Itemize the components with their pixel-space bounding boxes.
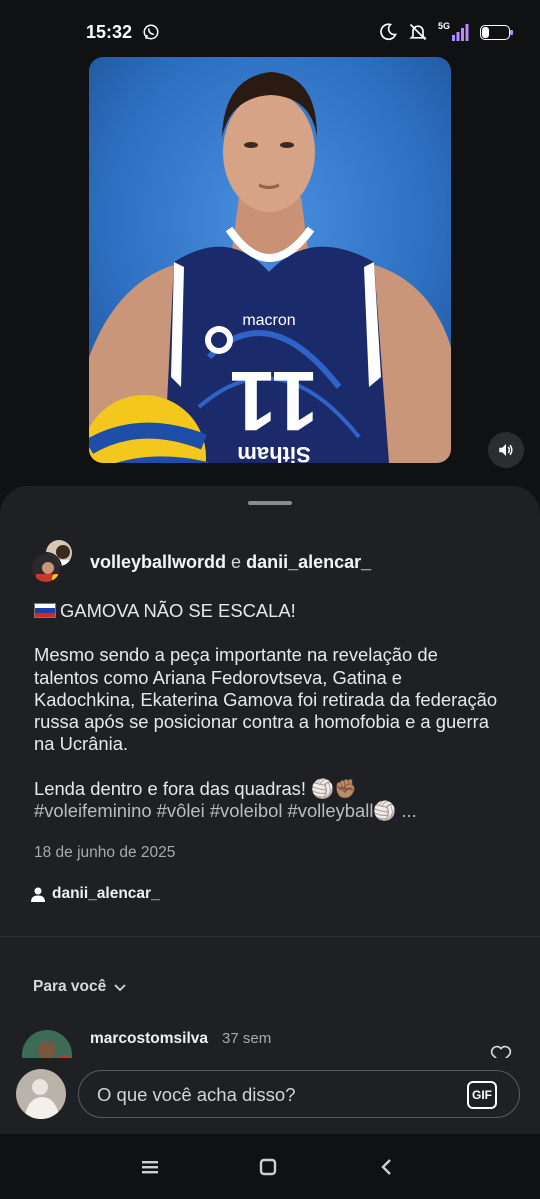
author-row: volleyballwordd e danii_alencar_	[30, 538, 371, 586]
caption-hashtags[interactable]: #voleifeminino #vôlei #voleibol #volleyb…	[34, 800, 504, 822]
caption-body: Mesmo sendo a peça importante na revelaç…	[34, 644, 498, 755]
whatsapp-icon	[143, 24, 159, 40]
status-time: 15:32	[86, 22, 133, 42]
caption-closing: Lenda dentro e fora das quadras! 🏐✊🏽	[34, 777, 357, 799]
author-conjunction: e	[231, 551, 242, 572]
back-chevron-icon	[381, 1159, 391, 1175]
post-caption: GAMOVA NÃO SE ESCALA! Mesmo sendo a peça…	[34, 600, 504, 822]
comment-input[interactable]: O que você acha disso? GIF	[78, 1070, 520, 1118]
post-photo[interactable]: macron 11 Sitham	[89, 57, 451, 463]
comment-sort-label: Para você	[33, 978, 107, 995]
person-icon	[31, 887, 45, 902]
author-link[interactable]: danii_alencar_	[246, 552, 371, 572]
status-icons: 5G 26	[378, 21, 513, 42]
post-date: 18 de junho de 2025	[34, 844, 176, 861]
back-button[interactable]	[372, 1152, 402, 1182]
system-navigation-bar	[0, 1134, 540, 1199]
comment-username[interactable]: marcostomsilva	[90, 1030, 208, 1048]
avatar	[16, 1069, 66, 1119]
moon-icon	[380, 23, 397, 41]
menu-icon	[142, 1161, 158, 1174]
tagged-people[interactable]: danii_alencar_	[30, 885, 160, 903]
signal-icon: 5G	[438, 21, 470, 42]
svg-text:Sitham: Sitham	[237, 442, 310, 463]
author-avatars[interactable]	[30, 538, 78, 586]
svg-text:macron: macron	[242, 312, 295, 329]
comment-placeholder: O que você acha disso?	[97, 1084, 296, 1105]
gif-button[interactable]: GIF	[467, 1081, 497, 1109]
post-authors: volleyballwordd e danii_alencar_	[90, 552, 371, 573]
gif-label: GIF	[472, 1088, 492, 1102]
divider	[0, 936, 540, 937]
mute-icon	[409, 23, 427, 41]
author-link[interactable]: volleyballwordd	[90, 552, 226, 572]
tagged-username: danii_alencar_	[52, 885, 160, 902]
svg-text:11: 11	[230, 354, 319, 448]
comment-time: 37 sem	[222, 1030, 272, 1047]
battery-level: 26	[489, 26, 501, 38]
home-button[interactable]	[253, 1152, 283, 1182]
comment-sort-dropdown[interactable]: Para você	[33, 978, 128, 996]
battery-icon: 26	[480, 24, 513, 40]
sound-toggle-button[interactable]	[488, 432, 524, 468]
russia-flag-icon	[34, 603, 56, 618]
home-square-icon	[259, 1158, 277, 1176]
drag-handle[interactable]	[248, 501, 292, 505]
avatar	[30, 552, 62, 584]
volume-icon	[499, 444, 513, 456]
post-detail-sheet: volleyballwordd e danii_alencar_ GAMOVA …	[0, 486, 540, 1134]
status-bar: 15:32 5G 26	[0, 0, 540, 64]
recents-button[interactable]	[135, 1152, 165, 1182]
comment-composer: O que você acha disso? GIF	[0, 1058, 540, 1134]
caption-headline: GAMOVA NÃO SE ESCALA!	[60, 600, 296, 621]
chevron-down-icon	[114, 984, 126, 992]
